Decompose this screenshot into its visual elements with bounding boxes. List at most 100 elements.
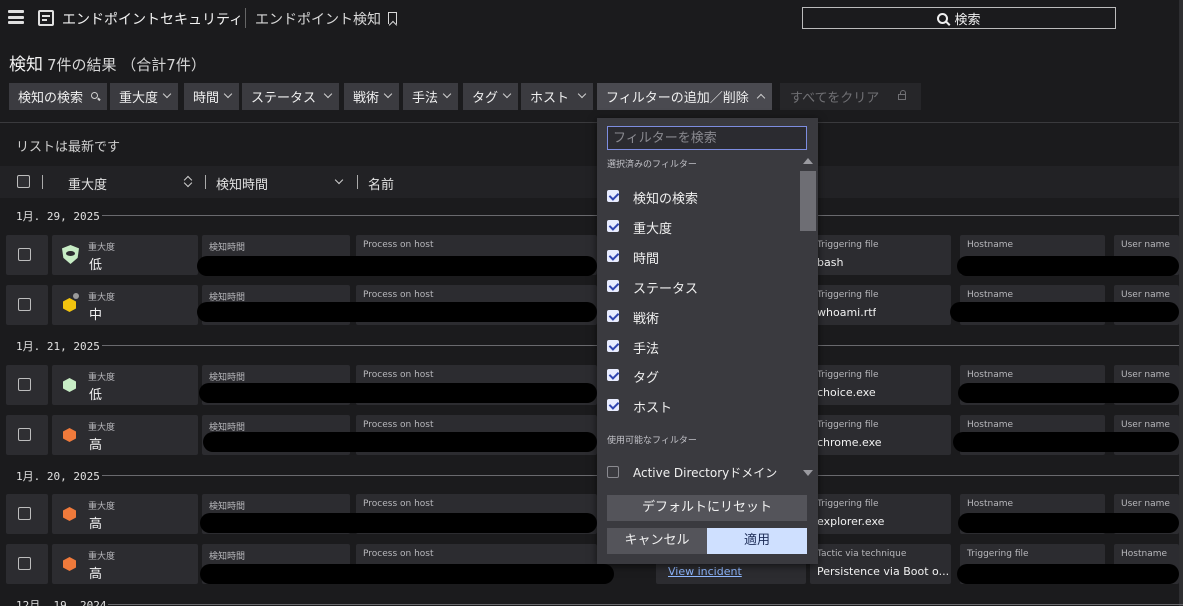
filter-option[interactable]: 手法 [607, 338, 787, 358]
severity-value: 低 [89, 258, 103, 273]
add-remove-filters-button[interactable]: フィルターの追加／削除 [597, 83, 772, 110]
hexagon-icon [63, 428, 76, 442]
filter-technique[interactable]: 手法 [403, 83, 458, 110]
filter-option[interactable]: 検知の検索 [607, 188, 787, 208]
filter-status[interactable]: ステータス [242, 83, 339, 110]
cell-label: Process on host [363, 499, 434, 509]
row-checkbox[interactable] [18, 298, 31, 311]
filter-option[interactable]: 戦術 [607, 308, 787, 328]
column-severity[interactable]: 重大度 [68, 174, 107, 193]
tactic-cell[interactable]: Tactic via technique Persistence via Boo… [810, 544, 951, 584]
triggering-file-cell[interactable]: Triggering file choice.exe [810, 365, 951, 405]
cell-label: Hostname [967, 420, 1014, 430]
top-bar: エンドポイントセキュリティ エンドポイント検知 検索 [0, 0, 1183, 37]
redacted-value [958, 383, 1179, 403]
row-checkbox[interactable] [18, 428, 31, 441]
select-all-checkbox[interactable] [17, 175, 30, 188]
triggering-file-cell[interactable]: Triggering file chrome.exe [810, 415, 951, 455]
filter-host[interactable]: ホスト [521, 83, 593, 110]
redacted-value [953, 432, 1179, 452]
cancel-button[interactable]: キャンセル [607, 528, 707, 554]
filter-option[interactable]: タグ [607, 367, 787, 387]
checkbox-checked-icon[interactable] [607, 310, 619, 322]
cell-label: Triggering file [817, 499, 879, 509]
redacted-value [197, 256, 597, 276]
filter-option-label: 手法 [633, 342, 660, 357]
severity-cell[interactable]: 重大度 高 [52, 494, 198, 534]
filter-time[interactable]: 時間 [184, 83, 239, 110]
filter-option[interactable]: ステータス [607, 278, 787, 298]
row-checkbox[interactable] [18, 378, 31, 391]
filter-option[interactable]: 時間 [607, 248, 787, 268]
triggering-file-cell[interactable]: Triggering file whoami.rtf [810, 285, 951, 325]
cell-value: choice.exe [817, 386, 876, 399]
filter-option-label: 重大度 [633, 222, 673, 237]
severity-cell[interactable]: 重大度 高 [52, 415, 198, 455]
row-checkbox[interactable] [18, 557, 31, 570]
scrollbar[interactable] [1179, 0, 1183, 606]
column-detection-time[interactable]: 検知時間 [216, 174, 268, 193]
row-checkbox[interactable] [18, 507, 31, 520]
filter-option[interactable]: Active Directoryドメイン [607, 464, 777, 484]
cell-value: explorer.exe [817, 515, 885, 528]
cell-label: 重大度 [88, 293, 116, 303]
apply-button[interactable]: 適用 [707, 528, 807, 554]
row-checkbox[interactable] [18, 248, 31, 261]
redacted-value [957, 564, 1179, 584]
app-title[interactable]: エンドポイントセキュリティ [62, 9, 243, 29]
checkbox-unchecked-icon[interactable] [607, 466, 619, 478]
redacted-value [197, 302, 597, 322]
view-incident-link-text[interactable]: View incident [668, 565, 742, 578]
dropdown-scrollbar-thumb[interactable] [800, 171, 816, 231]
checkbox-checked-icon[interactable] [607, 220, 619, 232]
bookmark-icon[interactable] [388, 12, 397, 24]
title-divider [245, 8, 246, 28]
column-name[interactable]: 名前 [368, 174, 394, 193]
cell-label: Process on host [363, 420, 434, 430]
clear-all-label: すべてをクリア [790, 91, 880, 106]
severity-cell[interactable]: 重大度 高 [52, 544, 198, 584]
severity-cell[interactable]: 重大度 低 [52, 235, 198, 275]
checkbox-checked-icon[interactable] [607, 250, 619, 262]
clear-all-button[interactable]: すべてをクリア [780, 83, 921, 110]
redacted-value [200, 564, 614, 584]
filter-option[interactable]: 重大度 [607, 218, 787, 238]
chevron-down-icon [323, 89, 333, 99]
severity-cell[interactable]: 重大度 低 [52, 365, 198, 405]
filter-option-label: 検知の検索 [633, 192, 699, 207]
column-divider [42, 175, 43, 189]
global-search-button[interactable]: 検索 [802, 7, 1116, 29]
filter-severity[interactable]: 重大度 [110, 83, 178, 110]
cell-value: chrome.exe [817, 436, 882, 449]
checkbox-checked-icon[interactable] [607, 340, 619, 352]
filter-detection-search[interactable]: 検知の検索 [9, 83, 107, 110]
filter-label: 重大度 [119, 91, 159, 106]
cell-value: Persistence via Boot o... [817, 565, 949, 578]
filter-search-input[interactable] [607, 126, 807, 150]
chevron-down-icon[interactable] [334, 175, 344, 185]
scroll-up-icon[interactable] [803, 158, 813, 164]
triggering-file-cell[interactable]: Triggering file explorer.exe [810, 494, 951, 534]
checkbox-checked-icon[interactable] [607, 369, 619, 381]
scroll-down-icon[interactable] [803, 470, 813, 476]
divider [0, 122, 1179, 123]
checkbox-checked-icon[interactable] [607, 190, 619, 202]
filter-tag[interactable]: タグ [463, 83, 518, 110]
cell-label: 検知時間 [209, 373, 246, 383]
cell-label: Process on host [363, 370, 434, 380]
triggering-file-cell[interactable]: Triggering file bash [810, 235, 951, 275]
checkbox-checked-icon[interactable] [607, 280, 619, 292]
cell-label: Triggering file [817, 370, 879, 380]
severity-value: 高 [89, 438, 103, 453]
filter-option[interactable]: ホスト [607, 397, 787, 417]
filter-tactic[interactable]: 戦術 [344, 83, 399, 110]
menu-icon[interactable] [8, 10, 24, 24]
severity-cell[interactable]: 重大度 中 [52, 285, 198, 325]
reset-default-button[interactable]: デフォルトにリセット [607, 495, 807, 521]
sort-icon[interactable] [184, 175, 192, 188]
checkbox-checked-icon[interactable] [607, 399, 619, 411]
redacted-value [200, 513, 597, 533]
cell-label: Hostname [967, 240, 1014, 250]
view-incident-link[interactable]: View incident [668, 565, 742, 578]
filter-dropdown: 選択済みのフィルター 検知の検索 重大度 時間 ステータス 戦術 手法 タグ ホ… [597, 118, 818, 564]
